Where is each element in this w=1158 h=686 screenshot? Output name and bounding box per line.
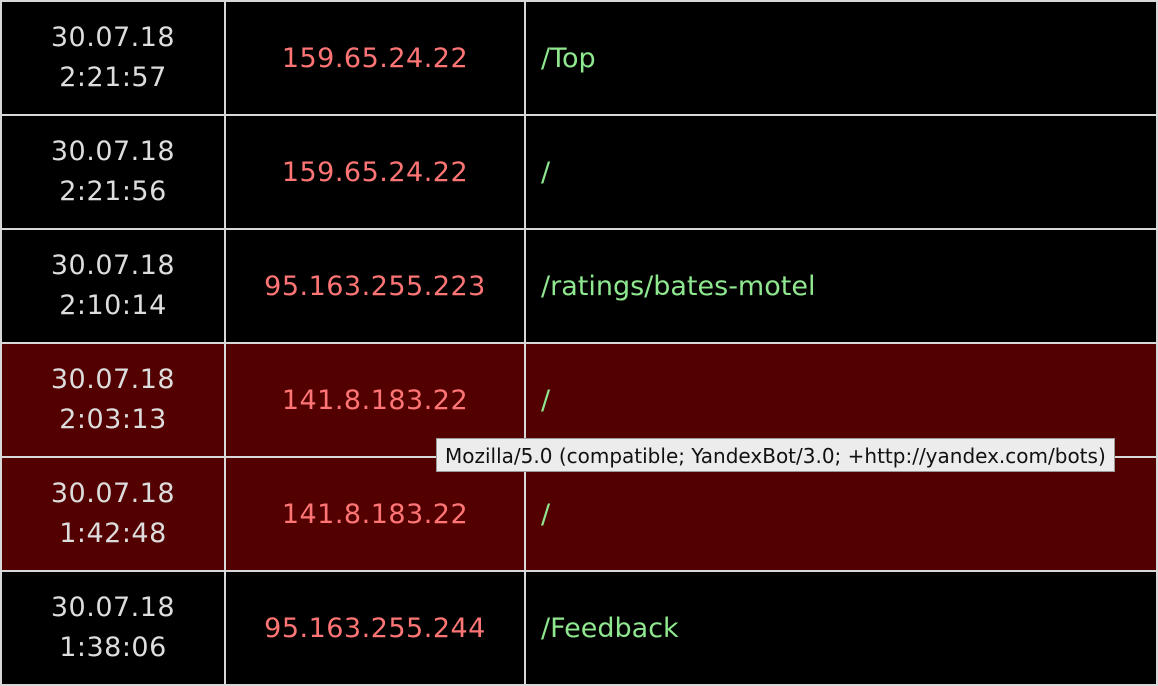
ip-address[interactable]: 95.163.255.244: [264, 613, 486, 644]
path-cell: /Top: [524, 0, 1158, 116]
log-time: 2:21:57: [59, 62, 167, 93]
timestamp-cell: 30.07.18 2:21:56: [0, 114, 226, 230]
ip-cell: 159.65.24.22: [224, 0, 526, 116]
log-time: 1:38:06: [59, 632, 167, 663]
log-row-highlighted[interactable]: 30.07.18 1:42:48 141.8.183.22 /: [0, 456, 1158, 572]
log-date: 30.07.18: [50, 136, 176, 167]
log-date: 30.07.18: [50, 250, 176, 281]
log-date: 30.07.18: [50, 592, 176, 623]
ip-address[interactable]: 159.65.24.22: [282, 157, 468, 188]
request-path-link[interactable]: /Feedback: [526, 613, 679, 644]
path-cell: /Feedback: [524, 570, 1158, 686]
timestamp-cell: 30.07.18 2:03:13: [0, 342, 226, 458]
ip-cell: 141.8.183.22: [224, 456, 526, 572]
ip-address[interactable]: 159.65.24.22: [282, 43, 468, 74]
log-row[interactable]: 30.07.18 2:10:14 95.163.255.223 /ratings…: [0, 228, 1158, 344]
ip-cell: 159.65.24.22: [224, 114, 526, 230]
request-path-link[interactable]: /: [526, 157, 550, 188]
user-agent-tooltip: Mozilla/5.0 (compatible; YandexBot/3.0; …: [436, 438, 1115, 472]
log-date: 30.07.18: [50, 364, 176, 395]
timestamp-cell: 30.07.18 1:42:48: [0, 456, 226, 572]
log-time: 1:42:48: [59, 518, 167, 549]
log-row[interactable]: 30.07.18 2:21:57 159.65.24.22 /Top: [0, 0, 1158, 116]
request-path-link[interactable]: /ratings/bates-motel: [526, 271, 815, 302]
request-path-link[interactable]: /: [526, 385, 550, 416]
timestamp-cell: 30.07.18 1:38:06: [0, 570, 226, 686]
log-time: 2:21:56: [59, 176, 167, 207]
timestamp-cell: 30.07.18 2:21:57: [0, 0, 226, 116]
access-log-body: 30.07.18 2:21:57 159.65.24.22 /Top 30.07…: [0, 0, 1158, 686]
ip-address[interactable]: 141.8.183.22: [282, 385, 468, 416]
log-date: 30.07.18: [50, 478, 176, 509]
ip-cell: 95.163.255.244: [224, 570, 526, 686]
request-path-link[interactable]: /Top: [526, 43, 596, 74]
access-log-table: 30.07.18 2:21:57 159.65.24.22 /Top 30.07…: [0, 0, 1158, 686]
request-path-link[interactable]: /: [526, 499, 550, 530]
log-time: 2:10:14: [59, 290, 167, 321]
log-date: 30.07.18: [50, 22, 176, 53]
path-cell: /: [524, 456, 1158, 572]
log-time: 2:03:13: [59, 404, 167, 435]
log-row[interactable]: 30.07.18 2:21:56 159.65.24.22 /: [0, 114, 1158, 230]
path-cell: /: [524, 114, 1158, 230]
log-row[interactable]: 30.07.18 1:38:06 95.163.255.244 /Feedbac…: [0, 570, 1158, 686]
ip-address[interactable]: 95.163.255.223: [264, 271, 486, 302]
ip-address[interactable]: 141.8.183.22: [282, 499, 468, 530]
ip-cell: 95.163.255.223: [224, 228, 526, 344]
path-cell: /ratings/bates-motel: [524, 228, 1158, 344]
timestamp-cell: 30.07.18 2:10:14: [0, 228, 226, 344]
